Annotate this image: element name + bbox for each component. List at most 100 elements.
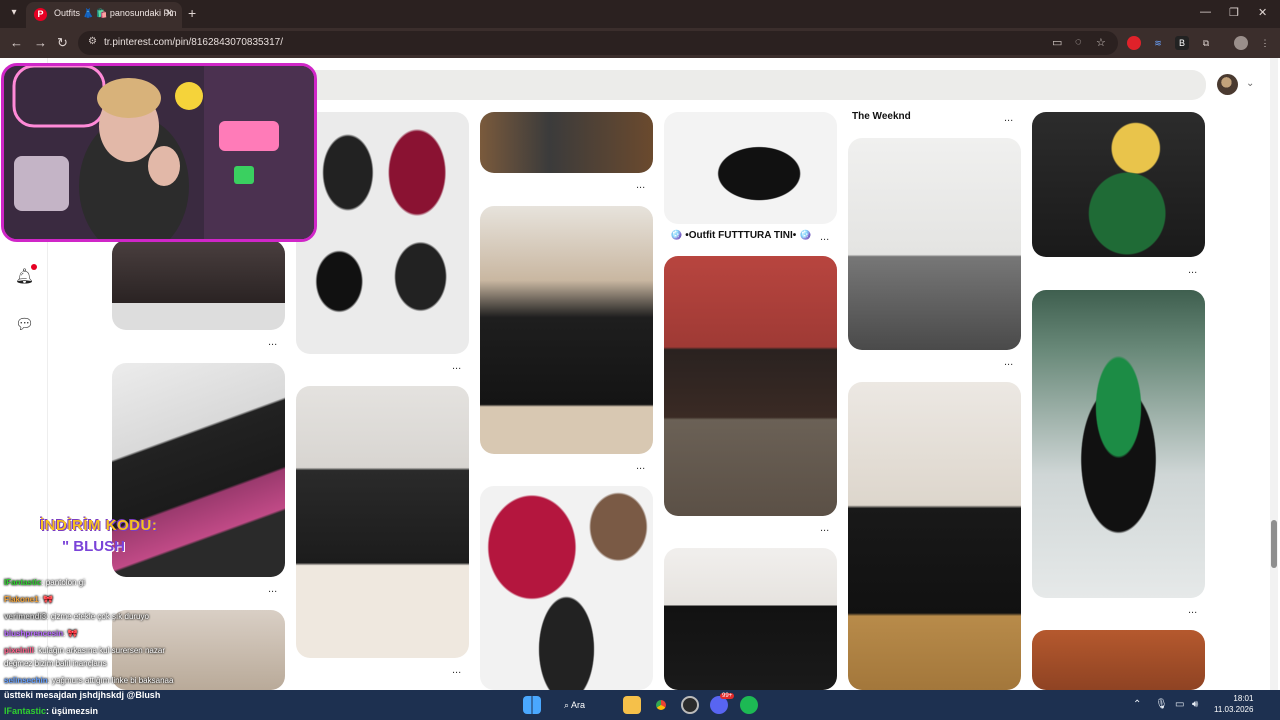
tab-search-icon[interactable]: ▾ (6, 5, 22, 21)
obs-icon[interactable] (681, 696, 699, 714)
chat-username: Flakone1 (4, 595, 39, 604)
webcam-feed (4, 66, 314, 239)
chat-message: verimendi3: çizme etekle çok şık duruyo (4, 612, 149, 621)
network-icon[interactable]: ▭ (1175, 699, 1184, 710)
pin-image[interactable] (664, 112, 837, 224)
reload-icon[interactable]: ↻ (57, 35, 68, 51)
hide-eye-icon[interactable]: ◌ (1075, 36, 1082, 48)
pin-more-icon[interactable]: ... (1004, 356, 1013, 368)
minimize-icon[interactable]: — (1200, 6, 1211, 18)
bookmark-star-icon[interactable]: ☆ (1096, 36, 1106, 49)
pin-image[interactable] (112, 240, 285, 330)
pin-image[interactable] (848, 382, 1021, 690)
pin-more-icon[interactable]: ... (820, 522, 829, 534)
promo-code-label: İNDİRİM KODU: (40, 517, 158, 534)
avatar[interactable] (1217, 74, 1238, 95)
chat-username: blushprencesin (4, 629, 64, 638)
extensions-puzzle-icon[interactable]: ⧉ (1199, 36, 1213, 50)
pin-image[interactable] (664, 256, 837, 516)
chat-message: selinsechin: yağmurs attığım linke bi ba… (4, 676, 173, 685)
extension-dark-icon[interactable]: B (1175, 36, 1189, 50)
new-tab-button[interactable]: + (188, 5, 196, 21)
pin-more-icon[interactable]: ... (636, 179, 645, 191)
pin-more-icon[interactable]: ... (820, 231, 829, 243)
file-explorer-icon[interactable] (623, 696, 641, 714)
pin-image[interactable] (480, 486, 653, 690)
address-bar[interactable]: ⚙ tr.pinterest.com/pin/816284307083531​7… (78, 31, 1118, 55)
extension-red-icon[interactable] (1127, 36, 1141, 50)
promo-code-value: " BLUSH (62, 538, 125, 555)
chat-text: : pantolon gi (41, 578, 85, 587)
pin-more-icon[interactable]: ... (636, 460, 645, 472)
taskbar-search[interactable]: ⌕ Ara (564, 695, 610, 715)
pin-image[interactable] (848, 138, 1021, 350)
pin-more-icon[interactable]: ... (452, 360, 461, 372)
back-icon[interactable]: ← (10, 35, 23, 51)
pin-image[interactable] (480, 112, 653, 173)
chat-username: IFantastic (4, 706, 47, 716)
chat-text: : 🎀 (63, 629, 78, 638)
pin-more-icon[interactable]: ... (1004, 112, 1013, 124)
chat-username: verimendi3 (4, 612, 47, 621)
pin-image[interactable] (1032, 630, 1205, 690)
chat-message: pixelnill: kulağın arkasına kul surersen… (4, 646, 165, 655)
chat-username: selinsechin (4, 676, 48, 685)
restore-icon[interactable]: ❐ (1229, 6, 1239, 19)
pin-title[interactable]: The Weeknd (852, 111, 911, 122)
clock-date: 11.03.2026 (1214, 705, 1254, 714)
close-window-icon[interactable]: ✕ (1258, 6, 1267, 19)
pin-image[interactable] (1032, 112, 1205, 257)
menu-icon[interactable]: ⋮ (1258, 36, 1272, 50)
microphone-icon[interactable]: 🎙︎ (1155, 699, 1168, 710)
taskbar-search-label: Ara (571, 700, 586, 710)
webcam-overlay (1, 63, 317, 242)
pin-image[interactable] (296, 112, 469, 354)
discord-badge: 99+ (720, 693, 735, 699)
pin-more-icon[interactable]: ... (268, 336, 277, 348)
scroll-thumb[interactable] (1271, 520, 1277, 568)
pin-image[interactable] (664, 548, 837, 690)
chat-text: : 🎀 (38, 595, 54, 604)
chevron-down-icon[interactable]: ⌄ (1246, 78, 1254, 89)
scrollbar[interactable] (1270, 58, 1278, 690)
pin-more-icon[interactable]: ... (452, 664, 461, 676)
pin-image[interactable] (480, 206, 653, 454)
pin-more-icon[interactable]: ... (1188, 604, 1197, 616)
chat-username: IFantastic (4, 578, 42, 587)
pin-image[interactable] (296, 386, 469, 658)
pinterest-icon: P (34, 8, 47, 21)
profile-avatar-icon[interactable] (1234, 36, 1248, 50)
tray-chevron-icon[interactable]: ⌃ (1133, 699, 1141, 710)
notification-badge (31, 264, 37, 270)
chat-message-pinned: üstteki mesajdan jshdjhskdj @Blush (4, 690, 161, 700)
chat-text: : yağmurs attığım linke bi baksanaa (47, 676, 174, 685)
spotify-icon[interactable] (740, 696, 758, 714)
clock-time: 18:01 (1233, 694, 1254, 703)
pin-more-icon[interactable]: ... (268, 583, 277, 595)
messages-icon[interactable]: 💬︎ (15, 316, 34, 334)
clock[interactable]: 18:01 11.03.2026 (1214, 693, 1253, 715)
pin-title[interactable]: 🪩 •Outfit FUTTTURA TINI• 🪩 (670, 230, 812, 241)
cast-icon[interactable]: ▭ (1052, 36, 1062, 49)
chrome-icon[interactable] (652, 696, 670, 714)
notifications-icon[interactable]: 🔔︎ (15, 268, 34, 286)
chat-message: blushprencesin: 🎀 (4, 629, 78, 638)
site-info-icon[interactable]: ⚙ (88, 36, 100, 48)
volume-icon[interactable]: 🔊︎ (1192, 699, 1198, 710)
chat-message-pinned: IFantastic: üşümezsin (4, 706, 98, 716)
chat-text: : kulağın arkasına kul surersen nazar (33, 646, 165, 655)
taskbar: üstteki mesajdan jshdjhskdj @Blush IFant… (0, 690, 1280, 720)
extension-audio-icon[interactable]: ≋ (1151, 36, 1165, 50)
tab-active[interactable]: P Outfits 👗 🛍️ panosundaki Pin ✕ (26, 2, 182, 28)
chat-message: değmez bizim balıl inançlarıs (4, 659, 107, 668)
forward-icon[interactable]: → (34, 35, 47, 51)
chat-message: Flakone1: 🎀 (4, 595, 53, 604)
chat-message: IFantastic: pantolon gi (4, 578, 85, 587)
windows-start-icon[interactable] (523, 696, 541, 714)
tab-title: Outfits 👗 🛍️ panosundaki Pin (54, 8, 177, 18)
pin-more-icon[interactable]: ... (1188, 264, 1197, 276)
search-input[interactable] (300, 70, 1206, 100)
pin-image[interactable] (1032, 290, 1205, 598)
close-icon[interactable]: ✕ (165, 7, 174, 20)
pin-image[interactable] (112, 363, 285, 577)
